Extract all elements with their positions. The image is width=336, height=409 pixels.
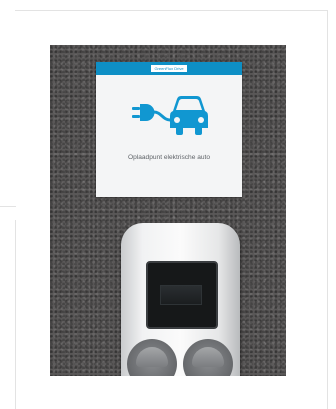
frame-left-border [15,220,16,409]
frame-left-notch [0,206,16,207]
charging-point-sign: GreenFlux Drive Oplaadpunt elektrische a… [96,62,242,197]
socket-cap-right [192,347,224,367]
ev-charging-photo: GreenFlux Drive Oplaadpunt elektrische a… [50,45,286,376]
socket-cap-left [136,347,168,367]
frame-right-border [327,10,328,409]
frame-top-border [15,10,328,11]
sign-brand-logo: GreenFlux Drive [151,65,187,72]
charger-display [146,261,218,329]
charger-socket-left [127,339,177,376]
wall-charger [121,223,240,376]
charger-socket-right [183,339,233,376]
charger-display-glass [160,285,202,305]
sign-title: Oplaadpunt elektrische auto [127,154,211,161]
plug-car-icon [132,96,208,135]
